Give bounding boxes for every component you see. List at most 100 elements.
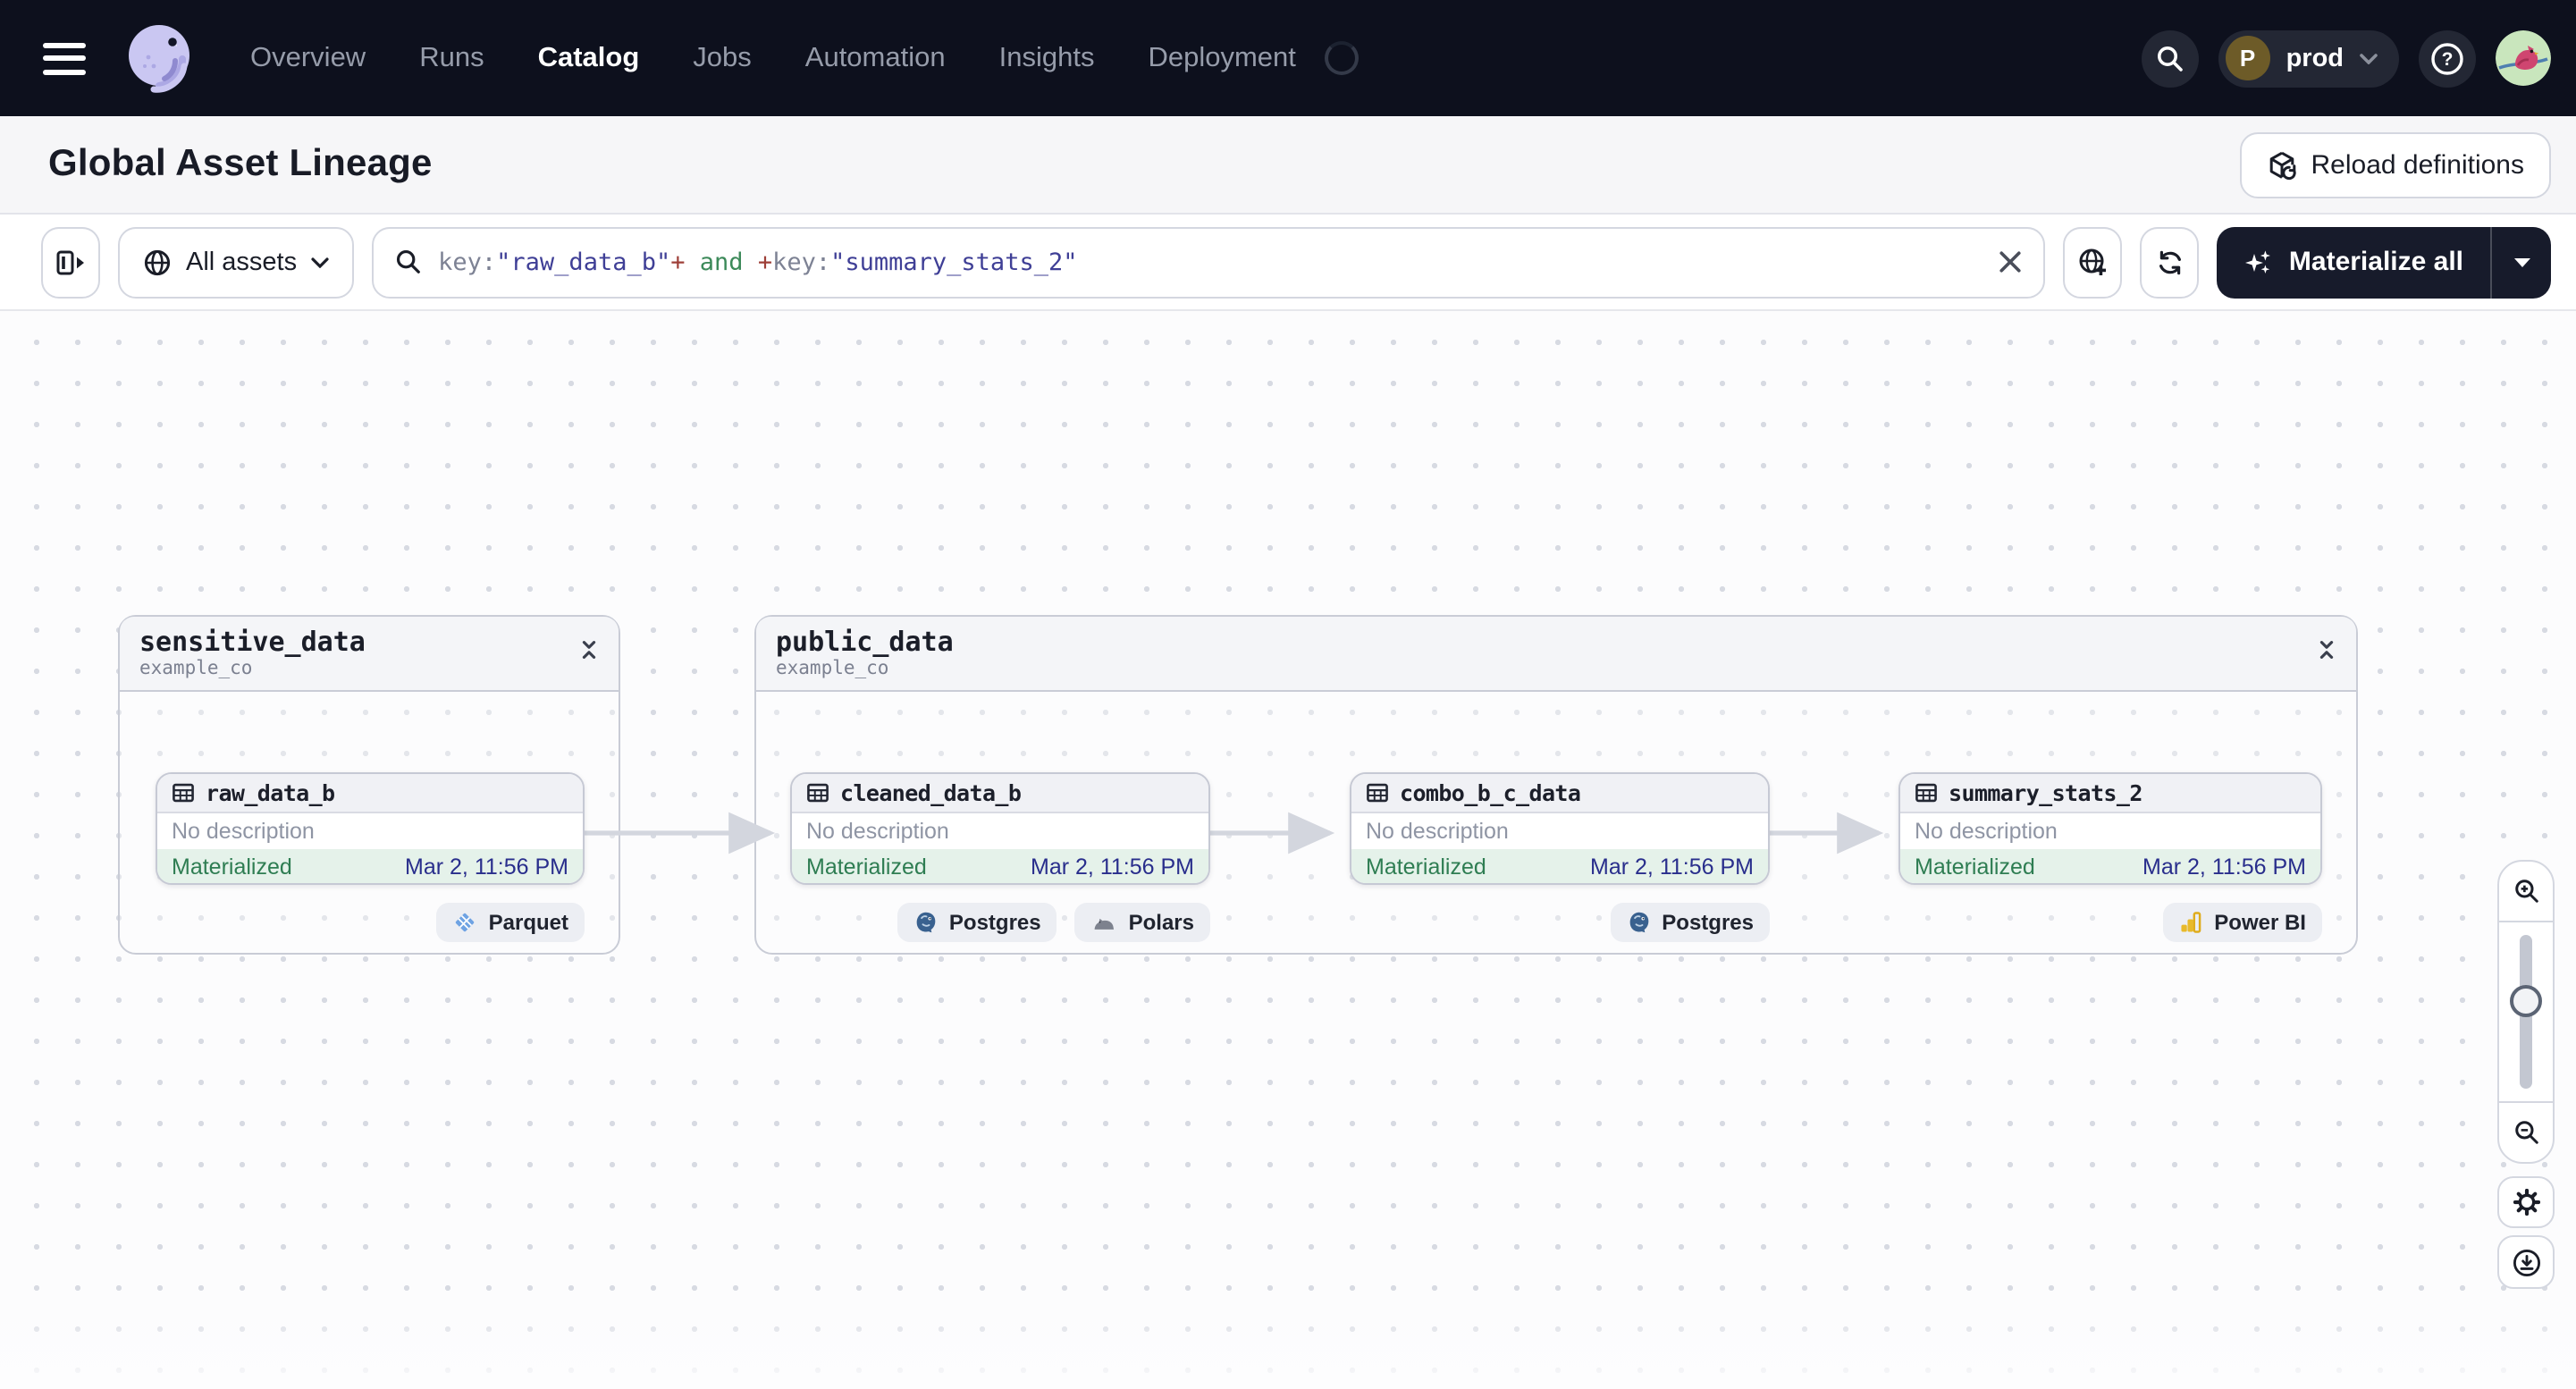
tag-polars[interactable]: Polars (1074, 903, 1210, 942)
materialization-timestamp[interactable]: Mar 2, 11:56 PM (405, 854, 568, 879)
query-segment: "summary_stats_2" (830, 248, 1078, 276)
svg-text:?: ? (2442, 48, 2454, 69)
query-segment: key: (438, 248, 497, 276)
refresh-button[interactable] (2140, 226, 2200, 298)
materialize-all-split-button: Materialize all (2217, 226, 2551, 298)
zoom-out-button[interactable] (2499, 1101, 2553, 1162)
open-side-panel-button[interactable] (41, 226, 100, 298)
materialization-timestamp[interactable]: Mar 2, 11:56 PM (2142, 854, 2306, 879)
tag-label: Power BI (2214, 910, 2306, 935)
group-title: public_data (776, 626, 954, 658)
asset-name: raw_data_b (206, 779, 335, 806)
lineage-canvas[interactable]: sensitive_data example_co public_data ex… (0, 311, 2576, 1389)
search-icon (397, 249, 420, 274)
asset-status-row: Materialized Mar 2, 11:56 PM (1900, 849, 2320, 883)
tag-postgres[interactable]: Postgres (1610, 903, 1770, 942)
globe-icon (144, 248, 171, 275)
graph-settings-button[interactable] (2497, 1176, 2555, 1228)
group-header-public-data[interactable]: public_data example_co (756, 617, 2356, 692)
search-query-text: key:"raw_data_b"+ and +key:"summary_stat… (438, 248, 1983, 276)
tag-label: Parquet (488, 910, 568, 935)
nav-item-catalog[interactable]: Catalog (538, 42, 640, 74)
asset-search-input[interactable]: key:"raw_data_b"+ and +key:"summary_stat… (372, 226, 2046, 298)
new-filter-button[interactable] (2063, 226, 2123, 298)
postgres-icon (916, 912, 936, 933)
tag-postgres[interactable]: Postgres (897, 903, 1057, 942)
nav-right: P prod ? (2141, 29, 2551, 87)
user-avatar[interactable] (2496, 30, 2551, 86)
asset-name: summary_stats_2 (1949, 779, 2142, 806)
canvas-bottom-fade (0, 1291, 2576, 1389)
materialization-timestamp[interactable]: Mar 2, 11:56 PM (1031, 854, 1194, 879)
materialization-timestamp[interactable]: Mar 2, 11:56 PM (1590, 854, 1754, 879)
asset-description: No description (1915, 819, 2058, 844)
caret-down-icon (2513, 257, 2530, 266)
panel-expand-icon (56, 249, 84, 274)
status-badge: Materialized (1915, 854, 2035, 879)
table-icon (1915, 783, 1937, 803)
tag-power-bi[interactable]: Power BI (2162, 903, 2322, 942)
gear-icon (2513, 1189, 2539, 1216)
zoom-slider-thumb[interactable] (2510, 985, 2542, 1017)
tag-row-raw-data-b: Parquet (156, 903, 585, 942)
help-button[interactable]: ? (2419, 29, 2476, 87)
asset-node-cleaned-data-b[interactable]: cleaned_data_b No description Materializ… (790, 772, 1210, 885)
question-circle-icon: ? (2431, 42, 2463, 74)
cube-reload-icon (2269, 150, 2296, 180)
chevron-down-icon (311, 257, 329, 267)
nav-items: Overview Runs Catalog Jobs Automation In… (250, 41, 1359, 75)
reload-definitions-button[interactable]: Reload definitions (2239, 131, 2551, 198)
asset-description: No description (1366, 819, 1509, 844)
asset-node-raw-data-b[interactable]: raw_data_b No description Materialized M… (156, 772, 585, 885)
group-header-sensitive-data[interactable]: sensitive_data example_co (120, 617, 619, 692)
nav-item-deployment[interactable]: Deployment (1148, 42, 1295, 74)
group-repo: example_co (139, 658, 253, 679)
globe-plus-icon (2079, 248, 2106, 274)
asset-name: combo_b_c_data (1400, 779, 1581, 806)
nav-item-runs[interactable]: Runs (419, 42, 484, 74)
close-icon (2000, 251, 2022, 273)
asset-description: No description (806, 819, 949, 844)
asset-filter-dropdown[interactable]: All assets (118, 226, 355, 298)
lineage-toolbar: All assets key:"raw_data_b"+ and +key:"s… (0, 215, 2576, 311)
refresh-icon (2159, 249, 2181, 274)
asset-node-summary-stats-2[interactable]: summary_stats_2 No description Materiali… (1898, 772, 2322, 885)
nav-item-jobs[interactable]: Jobs (693, 42, 752, 74)
group-repo: example_co (776, 658, 889, 679)
tag-label: Postgres (1662, 910, 1754, 935)
asset-name: cleaned_data_b (840, 779, 1022, 806)
download-image-button[interactable] (2497, 1235, 2555, 1289)
collapse-group-icon[interactable] (2315, 640, 2338, 660)
nav-item-automation[interactable]: Automation (805, 42, 946, 74)
query-segment: and (685, 248, 758, 276)
group-title: sensitive_data (139, 626, 366, 658)
table-icon (1367, 783, 1388, 803)
sparkles-icon (2245, 249, 2271, 273)
zoom-in-button[interactable] (2499, 862, 2553, 922)
top-nav: Overview Runs Catalog Jobs Automation In… (0, 0, 2576, 116)
zoom-out-icon (2514, 1121, 2538, 1144)
zoom-in-icon (2514, 880, 2538, 903)
asset-node-combo-b-c-data[interactable]: combo_b_c_data No description Materializ… (1350, 772, 1770, 885)
hamburger-menu-icon[interactable] (43, 42, 86, 74)
tag-parquet[interactable]: Parquet (436, 903, 585, 942)
zoom-slider[interactable] (2499, 922, 2553, 1101)
parquet-icon (456, 913, 475, 932)
clear-search-button[interactable] (1999, 250, 2023, 274)
materialize-options-button[interactable] (2490, 226, 2551, 298)
dagster-logo-icon[interactable] (118, 17, 200, 99)
status-badge: Materialized (1366, 854, 1486, 879)
deployment-switcher[interactable]: P prod (2218, 29, 2399, 87)
asset-status-row: Materialized Mar 2, 11:56 PM (157, 849, 583, 883)
nav-item-insights[interactable]: Insights (999, 42, 1095, 74)
deployment-name: prod (2286, 44, 2344, 72)
chevron-down-icon (2360, 53, 2378, 63)
download-icon (2512, 1248, 2540, 1276)
query-segment: "raw_data_b" (496, 248, 671, 276)
search-button[interactable] (2141, 29, 2199, 87)
asset-description: No description (172, 819, 315, 844)
materialize-all-button[interactable]: Materialize all (2218, 226, 2490, 298)
collapse-group-icon[interactable] (577, 640, 601, 660)
nav-item-overview[interactable]: Overview (250, 42, 366, 74)
materialize-all-label: Materialize all (2288, 247, 2463, 277)
